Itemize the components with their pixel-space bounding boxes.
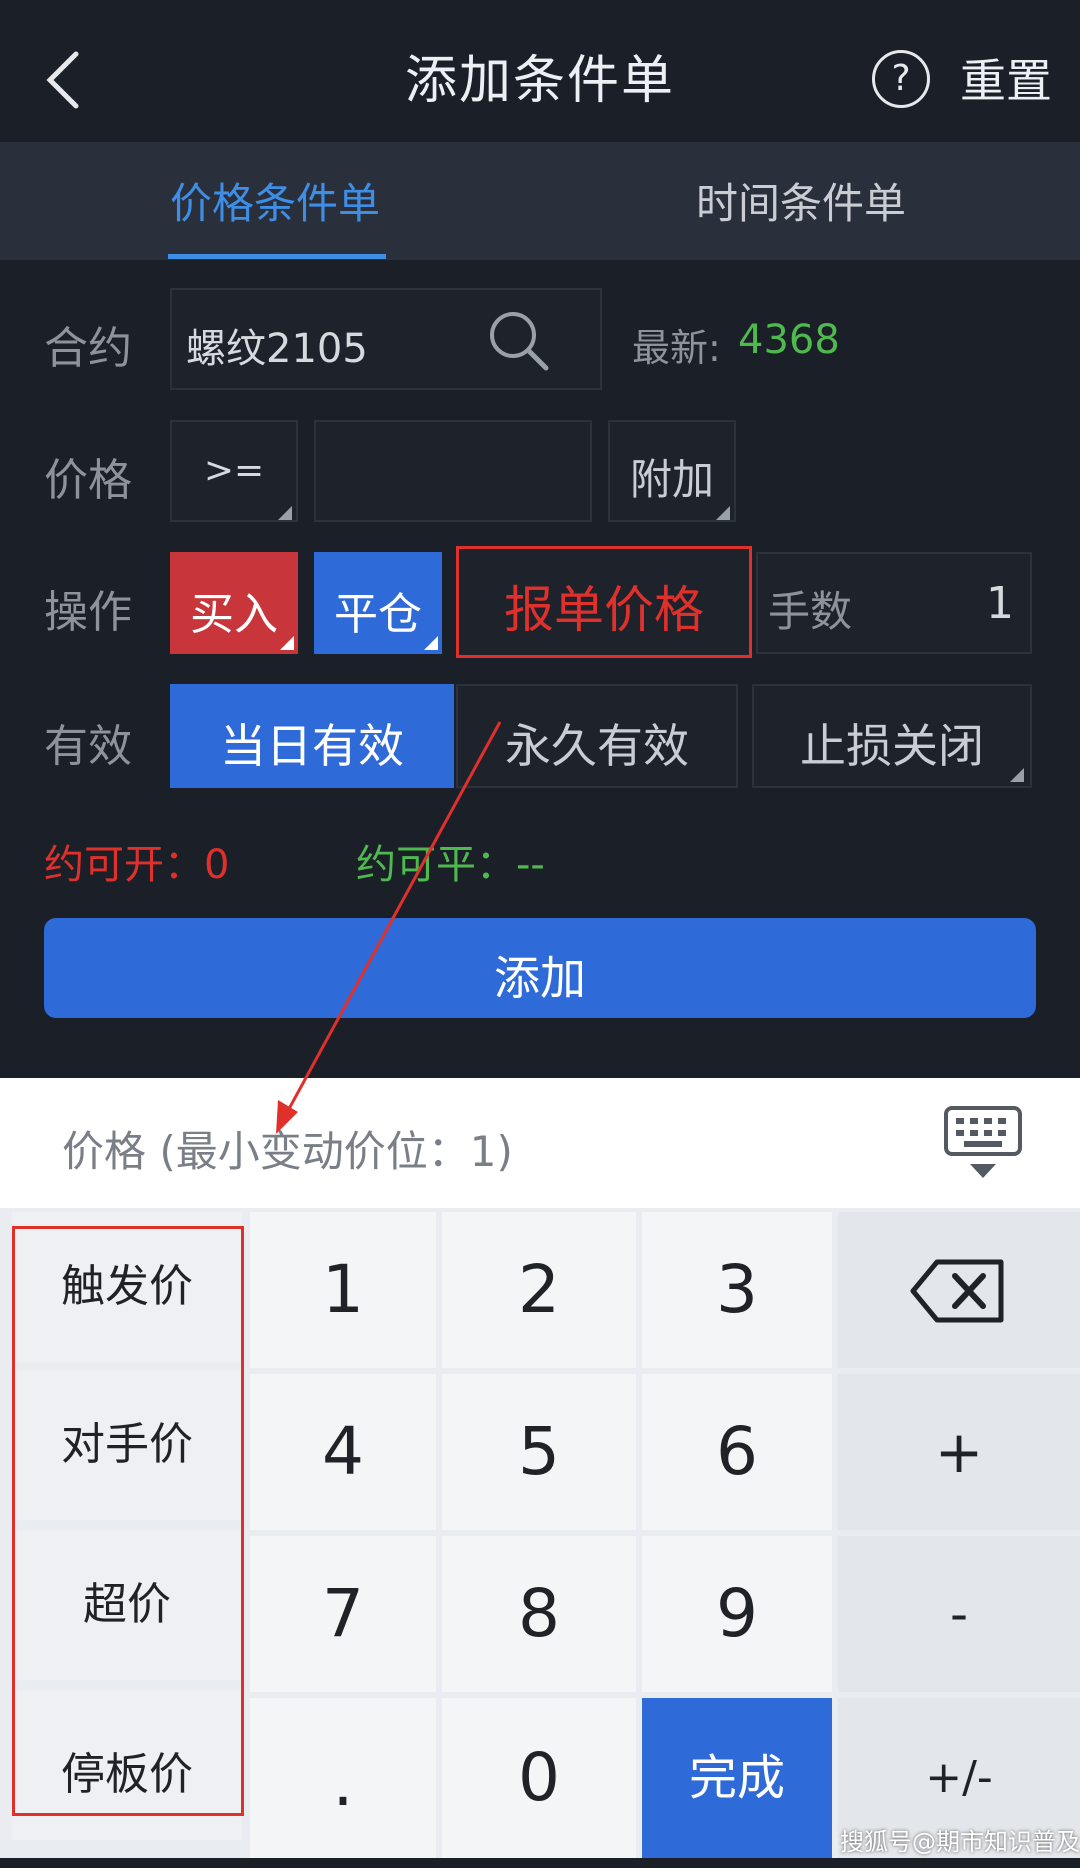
- key-digit[interactable]: 5: [442, 1374, 636, 1530]
- dropdown-corner-icon: [278, 506, 292, 520]
- operation-label: 操作: [44, 587, 132, 638]
- valid-permanent-label: 永久有效: [505, 719, 689, 773]
- key-plus[interactable]: +: [838, 1374, 1080, 1530]
- contract-label: 合约: [44, 323, 132, 374]
- key-decimal[interactable]: .: [250, 1698, 436, 1858]
- reset-button[interactable]: 重置: [960, 45, 1052, 111]
- key-digit[interactable]: 2: [442, 1212, 636, 1368]
- latest-price-label: 最新:: [632, 326, 721, 370]
- dropdown-corner-icon: [280, 636, 294, 650]
- price-label: 价格: [44, 455, 132, 506]
- buy-label: 买入: [190, 589, 278, 640]
- key-digit[interactable]: 7: [250, 1536, 436, 1692]
- tab-time-condition[interactable]: 时间条件单: [696, 170, 906, 231]
- hide-keyboard-button[interactable]: [940, 1104, 1026, 1184]
- key-digit[interactable]: 4: [250, 1374, 436, 1530]
- search-icon[interactable]: [484, 306, 554, 376]
- key-minus[interactable]: -: [838, 1536, 1080, 1692]
- tab-bar: [0, 142, 1080, 260]
- price-operator-value: >=: [203, 450, 265, 491]
- latest-price-value: 4368: [738, 317, 840, 363]
- can-open-text: 约可开：0: [44, 842, 230, 888]
- valid-today-label: 当日有效: [220, 719, 404, 773]
- backspace-icon: [910, 1259, 1004, 1323]
- watermark: 搜狐号@期市知识普及: [840, 1828, 1080, 1856]
- tab-price-condition[interactable]: 价格条件单: [170, 170, 380, 231]
- done-button[interactable]: 完成: [642, 1698, 832, 1858]
- add-button-label: 添加: [494, 951, 586, 1005]
- lots-label: 手数: [768, 587, 853, 636]
- side-keys-highlight: [12, 1226, 244, 1816]
- dropdown-corner-icon: [424, 636, 438, 650]
- keyboard-hint: 价格 (最小变动价位：1): [62, 1127, 513, 1176]
- key-digit[interactable]: 8: [442, 1536, 636, 1692]
- validity-label: 有效: [44, 721, 132, 772]
- help-icon: ?: [891, 58, 911, 99]
- close-position-label: 平仓: [334, 589, 422, 640]
- stoploss-label: 止损关闭: [800, 719, 984, 773]
- active-tab-indicator: [168, 254, 386, 259]
- order-price-label: 报单价格: [504, 581, 704, 639]
- contract-value: 螺纹2105: [186, 326, 368, 372]
- can-close-text: 约可平：--: [356, 842, 545, 888]
- key-digit[interactable]: 0: [442, 1698, 636, 1858]
- attach-label: 附加: [629, 455, 714, 504]
- key-digit[interactable]: 9: [642, 1536, 832, 1692]
- help-button[interactable]: ?: [872, 50, 930, 108]
- key-digit[interactable]: 1: [250, 1212, 436, 1368]
- dropdown-corner-icon: [1010, 768, 1024, 782]
- lots-value: 1: [986, 578, 1014, 629]
- key-backspace[interactable]: [838, 1212, 1080, 1368]
- keyboard-hide-icon: [944, 1106, 1022, 1178]
- key-digit[interactable]: 6: [642, 1374, 832, 1530]
- price-input[interactable]: [314, 420, 592, 522]
- dropdown-corner-icon: [716, 506, 730, 520]
- key-digit[interactable]: 3: [642, 1212, 832, 1368]
